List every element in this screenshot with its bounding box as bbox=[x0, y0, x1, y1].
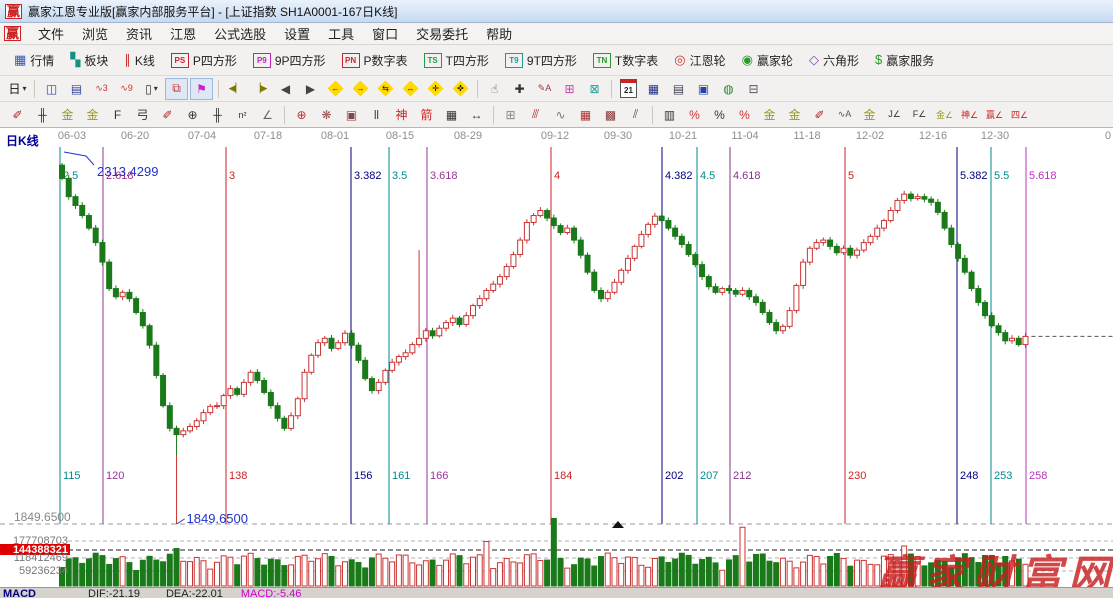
svg-text:5: 5 bbox=[848, 170, 854, 182]
svg-text:138: 138 bbox=[229, 470, 247, 482]
svg-text:4.5: 4.5 bbox=[700, 170, 715, 182]
macd-value: MACD:-5.46 bbox=[241, 588, 302, 598]
svg-text:1849.6500: 1849.6500 bbox=[14, 510, 71, 524]
svg-text:59236234: 59236234 bbox=[19, 565, 68, 577]
svg-text:5.5: 5.5 bbox=[994, 170, 1009, 182]
svg-text:1849.6500: 1849.6500 bbox=[187, 511, 248, 526]
svg-text:253: 253 bbox=[994, 470, 1012, 482]
svg-text:120: 120 bbox=[106, 470, 124, 482]
kline-chart[interactable]: 2.51152.61812031383.3821563.51613.618166… bbox=[0, 0, 1113, 598]
svg-text:4.618: 4.618 bbox=[733, 170, 761, 182]
svg-text:5.382: 5.382 bbox=[960, 170, 988, 182]
app-window: 赢 赢家江恩专业版[赢家内部服务平台] - [上证指数 SH1A0001-167… bbox=[0, 0, 1113, 598]
svg-text:3.618: 3.618 bbox=[430, 170, 458, 182]
svg-text:184: 184 bbox=[554, 470, 572, 482]
svg-text:118412469: 118412469 bbox=[14, 552, 68, 564]
indicator-name[interactable]: MACD bbox=[3, 588, 36, 598]
status-bar: MACD DIF:-21.19 DEA:-22.01 MACD:-5.46 bbox=[0, 587, 1113, 598]
svg-text:248: 248 bbox=[960, 470, 978, 482]
svg-text:3: 3 bbox=[229, 170, 235, 182]
svg-text:4: 4 bbox=[554, 170, 560, 182]
svg-text:258: 258 bbox=[1029, 470, 1047, 482]
svg-text:156: 156 bbox=[354, 470, 372, 482]
svg-text:2313.4299: 2313.4299 bbox=[97, 164, 158, 179]
svg-text:166: 166 bbox=[430, 470, 448, 482]
svg-text:115: 115 bbox=[63, 470, 81, 482]
svg-text:207: 207 bbox=[700, 470, 718, 482]
svg-text:5.618: 5.618 bbox=[1029, 170, 1057, 182]
svg-text:161: 161 bbox=[392, 470, 410, 482]
svg-text:230: 230 bbox=[848, 470, 866, 482]
svg-text:3.382: 3.382 bbox=[354, 170, 382, 182]
dif-value: DIF:-21.19 bbox=[88, 588, 140, 598]
svg-text:212: 212 bbox=[733, 470, 751, 482]
dea-value: DEA:-22.01 bbox=[166, 588, 223, 598]
kline-chart-svg[interactable]: 2.51152.61812031383.3821563.51613.618166… bbox=[0, 0, 1113, 598]
svg-text:4.382: 4.382 bbox=[665, 170, 693, 182]
svg-text:3.5: 3.5 bbox=[392, 170, 407, 182]
svg-text:202: 202 bbox=[665, 470, 683, 482]
